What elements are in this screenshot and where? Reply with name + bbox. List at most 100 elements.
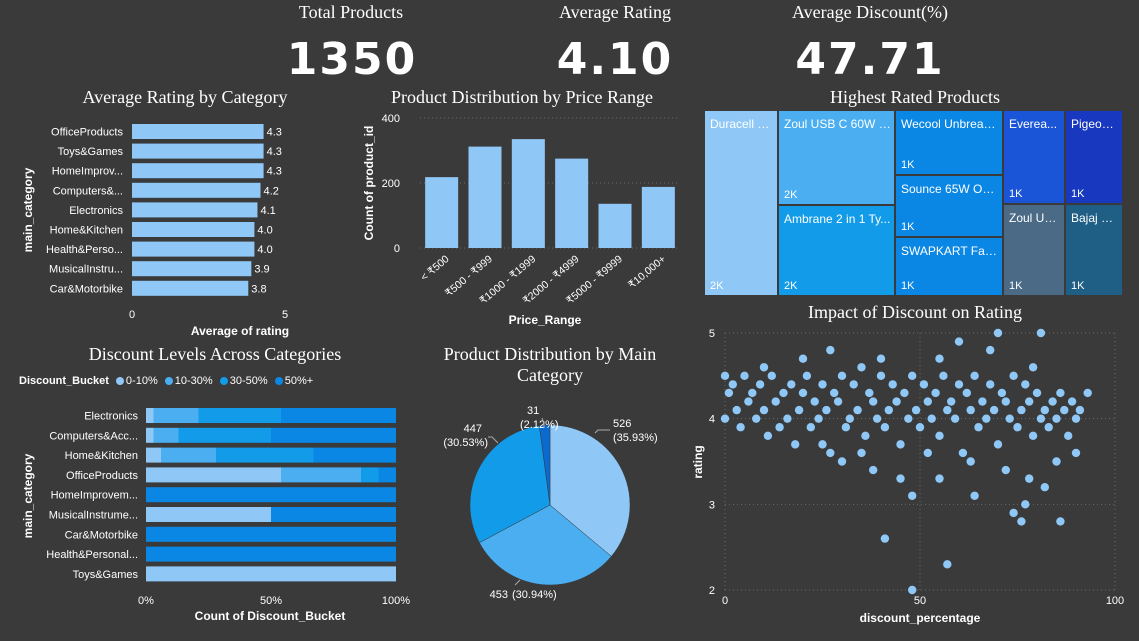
- scatter-point[interactable]: [876, 371, 886, 381]
- avg-rating-chart[interactable]: OfficeProducts 4.3 Toys&Games 4.3 HomeImprov…: [0, 110, 340, 340]
- treemap-tile[interactable]: Duracell U... 2K: [704, 110, 778, 296]
- stacked-bar-segment[interactable]: [271, 507, 396, 522]
- bar[interactable]: [132, 280, 249, 296]
- scatter-point[interactable]: [1028, 431, 1038, 440]
- stacked-bar-segment[interactable]: [146, 447, 161, 463]
- scatter-point[interactable]: [806, 423, 815, 432]
- bar[interactable]: [132, 222, 255, 237]
- treemap-tile[interactable]: Pigeon ... 1K: [1065, 110, 1123, 204]
- scatter-point[interactable]: [896, 440, 905, 449]
- scatter-point[interactable]: [720, 371, 730, 381]
- scatter-point[interactable]: [982, 414, 991, 423]
- stacked-bar-segment[interactable]: [146, 408, 154, 423]
- stacked-bar-segment[interactable]: [161, 447, 216, 463]
- scatter-point[interactable]: [798, 354, 808, 363]
- scatter-point[interactable]: [958, 448, 968, 458]
- stacked-bar-segment[interactable]: [271, 427, 396, 443]
- scatter-point[interactable]: [943, 560, 952, 569]
- scatter-point[interactable]: [1017, 517, 1026, 526]
- scatter-point[interactable]: [993, 328, 1003, 338]
- scatter-point[interactable]: [853, 405, 862, 415]
- scatter-point[interactable]: [767, 371, 776, 381]
- stacked-bar-segment[interactable]: [153, 408, 199, 423]
- scatter-point[interactable]: [744, 397, 753, 406]
- scatter-point[interactable]: [986, 345, 995, 355]
- scatter-point[interactable]: [759, 363, 769, 372]
- scatter-point[interactable]: [1071, 448, 1081, 458]
- treemap-tile[interactable]: SWAPKART Fast ... 1K: [895, 237, 1003, 296]
- treemap-tile[interactable]: Sounce 65W On... 1K: [895, 175, 1003, 237]
- scatter-point[interactable]: [779, 388, 788, 398]
- stacked-bar-segment[interactable]: [146, 427, 154, 443]
- scatter-point[interactable]: [1021, 500, 1030, 509]
- scatter-point[interactable]: [775, 423, 784, 432]
- scatter-point[interactable]: [880, 423, 890, 432]
- scatter-point[interactable]: [1040, 483, 1049, 492]
- bar[interactable]: [132, 124, 264, 139]
- scatter-point[interactable]: [857, 363, 866, 372]
- scatter-point[interactable]: [787, 380, 796, 389]
- scatter-point[interactable]: [935, 431, 944, 440]
- discount-rating-scatter[interactable]: 23450 50 100discount_percentagerating: [690, 322, 1130, 632]
- treemap-tile[interactable]: Ambrane 2 in 1 Ty... 2K: [778, 205, 895, 296]
- scatter-point[interactable]: [1005, 414, 1014, 423]
- scatter-point[interactable]: [1071, 414, 1081, 423]
- scatter-point[interactable]: [986, 380, 995, 389]
- scatter-point[interactable]: [830, 388, 839, 398]
- scatter-point[interactable]: [837, 457, 847, 466]
- scatter-point[interactable]: [978, 397, 987, 406]
- scatter-point[interactable]: [950, 414, 960, 423]
- scatter-point[interactable]: [728, 380, 737, 389]
- scatter-point[interactable]: [1036, 328, 1046, 338]
- scatter-point[interactable]: [954, 380, 964, 389]
- stacked-bar-segment[interactable]: [146, 487, 396, 503]
- scatter-point[interactable]: [896, 474, 905, 483]
- scatter-point[interactable]: [865, 388, 874, 398]
- scatter-point[interactable]: [732, 405, 741, 415]
- stacked-bar-segment[interactable]: [146, 467, 281, 483]
- scatter-point[interactable]: [970, 371, 979, 381]
- bar[interactable]: [132, 241, 255, 257]
- scatter-point[interactable]: [872, 414, 882, 423]
- scatter-point[interactable]: [939, 371, 948, 381]
- price-dist-chart[interactable]: 0200400< ₹500₹500 - ₹999₹1000 - ₹1999₹20…: [355, 108, 690, 333]
- scatter-point[interactable]: [904, 414, 913, 423]
- scatter-point[interactable]: [861, 431, 870, 440]
- scatter-point[interactable]: [1025, 397, 1034, 406]
- scatter-point[interactable]: [892, 397, 901, 406]
- scatter-point[interactable]: [1083, 388, 1092, 398]
- scatter-point[interactable]: [1052, 414, 1061, 423]
- stacked-bar-segment[interactable]: [146, 526, 396, 542]
- scatter-point[interactable]: [752, 414, 761, 423]
- scatter-point[interactable]: [919, 380, 929, 389]
- scatter-point[interactable]: [970, 491, 979, 500]
- scatter-point[interactable]: [841, 423, 851, 432]
- scatter-point[interactable]: [845, 414, 854, 423]
- scatter-point[interactable]: [869, 465, 878, 475]
- bar[interactable]: [132, 202, 258, 218]
- scatter-point[interactable]: [810, 397, 819, 406]
- stacked-bar-segment[interactable]: [313, 447, 397, 463]
- treemap-tile[interactable]: Wecool Unbreak... 1K: [895, 110, 1003, 175]
- stacked-bar-segment[interactable]: [146, 546, 396, 562]
- scatter-point[interactable]: [833, 397, 843, 406]
- scatter-point[interactable]: [927, 414, 936, 423]
- scatter-point[interactable]: [849, 380, 858, 389]
- scatter-point[interactable]: [884, 405, 893, 415]
- stacked-bar-segment[interactable]: [153, 427, 179, 443]
- main-category-pie[interactable]: 526 (35.93%) 453 (30.94%) 447 (30.53%) 31 (2.12…: [420, 395, 690, 610]
- scatter-point[interactable]: [1001, 465, 1010, 475]
- scatter-point[interactable]: [857, 448, 866, 458]
- scatter-point[interactable]: [908, 585, 917, 595]
- scatter-point[interactable]: [1025, 474, 1034, 483]
- bar[interactable]: [598, 203, 632, 248]
- treemap-tile[interactable]: Everea... 1K: [1003, 110, 1065, 204]
- scatter-point[interactable]: [1013, 423, 1022, 432]
- legend-item[interactable]: 50%+: [271, 375, 313, 387]
- bar[interactable]: [511, 139, 545, 248]
- stacked-bar-segment[interactable]: [146, 566, 396, 582]
- scatter-point[interactable]: [826, 448, 835, 458]
- scatter-point[interactable]: [1032, 388, 1042, 398]
- scatter-point[interactable]: [923, 448, 932, 458]
- scatter-point[interactable]: [1048, 397, 1057, 406]
